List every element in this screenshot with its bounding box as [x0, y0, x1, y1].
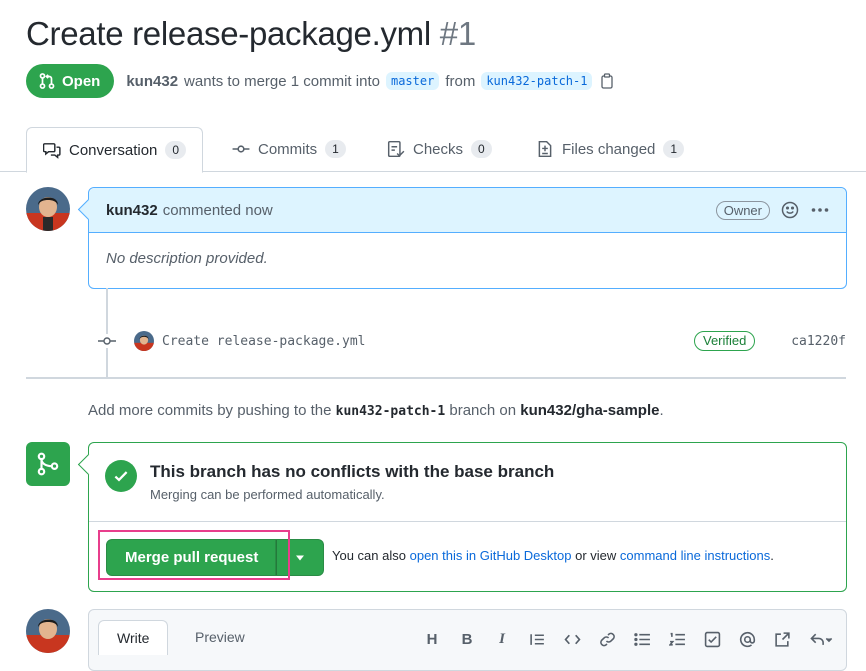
- base-branch-tag[interactable]: master: [385, 72, 440, 90]
- pr-title: Create release-package.yml: [26, 15, 431, 52]
- merge-actions-section: Merge pull request You can also open thi…: [89, 522, 846, 590]
- file-diff-icon: [538, 140, 552, 158]
- commit-message-link[interactable]: Create release-package.yml: [162, 334, 366, 349]
- tab-write[interactable]: Write: [98, 620, 169, 655]
- tab-commits-count: 1: [325, 140, 346, 158]
- tab-checks[interactable]: Checks 0: [387, 127, 492, 171]
- merge-alternative-note: You can also open this in GitHub Desktop…: [332, 548, 774, 563]
- task-list-icon[interactable]: [701, 628, 723, 650]
- git-commit-icon: [232, 145, 250, 153]
- pr-tabs: Conversation 0 Commits 1 Checks 0 Files …: [0, 127, 866, 173]
- avatar[interactable]: [26, 609, 70, 653]
- check-circle-icon: [105, 460, 137, 492]
- verified-badge[interactable]: Verified: [694, 331, 756, 351]
- ordered-list-icon[interactable]: [666, 628, 688, 650]
- markdown-toolbar: H B I: [421, 628, 836, 650]
- comment-author-link[interactable]: kun432: [106, 202, 158, 219]
- tab-conversation[interactable]: Conversation 0: [26, 127, 204, 173]
- tab-commits-label: Commits: [258, 140, 318, 158]
- push-hint-repo: kun432/gha-sample: [520, 402, 660, 419]
- pr-author-link[interactable]: kun432: [126, 73, 178, 90]
- merge-note-middle: or view: [575, 548, 617, 563]
- quote-icon[interactable]: [526, 628, 548, 650]
- merge-status-subtitle: Merging can be performed automatically.: [150, 487, 385, 502]
- git-commit-icon: [98, 334, 116, 348]
- copy-icon[interactable]: [600, 73, 614, 89]
- italic-icon[interactable]: I: [491, 628, 513, 650]
- tab-conversation-label: Conversation: [69, 141, 158, 159]
- smiley-icon[interactable]: [780, 200, 800, 220]
- triangle-down-icon: [296, 555, 305, 560]
- command-line-instructions-link[interactable]: command line instructions: [620, 548, 770, 563]
- comment-box: kun432 commented now Owner No descriptio…: [88, 187, 847, 289]
- merge-note-suffix: .: [770, 548, 774, 563]
- push-hint: Add more commits by pushing to the kun43…: [88, 402, 664, 419]
- comment-actions: Owner: [715, 188, 830, 232]
- user-avatar-icon: [26, 187, 70, 231]
- merge-box: This branch has no conflicts with the ba…: [88, 442, 847, 592]
- push-hint-suffix: .: [659, 402, 664, 419]
- highlight-annotation-box: [98, 530, 290, 580]
- tab-files-changed[interactable]: Files changed 1: [536, 127, 685, 171]
- reference-icon[interactable]: [771, 628, 793, 650]
- mention-icon[interactable]: [736, 628, 758, 650]
- user-avatar-icon: [26, 609, 70, 653]
- open-in-desktop-link[interactable]: open this in GitHub Desktop: [410, 548, 572, 563]
- tab-checks-label: Checks: [413, 140, 464, 158]
- timeline-divider: [26, 377, 846, 379]
- unordered-list-icon[interactable]: [631, 628, 653, 650]
- reply-icon[interactable]: [806, 628, 836, 650]
- bold-icon[interactable]: B: [456, 628, 478, 650]
- avatar[interactable]: [26, 187, 70, 231]
- merge-status-icon-box: [26, 442, 70, 486]
- user-avatar-icon: [134, 331, 154, 351]
- pr-state-label: Open: [62, 72, 101, 90]
- pr-merge-text: wants to merge 1 commit into: [184, 72, 380, 90]
- tab-conversation-count: 0: [165, 141, 187, 159]
- heading-icon[interactable]: H: [421, 628, 443, 650]
- merge-note-prefix: You can also: [332, 548, 406, 563]
- comment-body: No description provided.: [106, 250, 268, 267]
- comment-discussion-icon: [43, 143, 61, 159]
- push-hint-branch: kun432-patch-1: [335, 404, 446, 419]
- git-pull-request-icon: [39, 73, 55, 89]
- comment-composer: Write Preview H B I: [88, 609, 847, 671]
- pr-state-badge: Open: [26, 64, 115, 98]
- tab-checks-count: 0: [471, 140, 492, 158]
- pr-title-row: Create release-package.yml #1: [26, 12, 476, 56]
- owner-badge: Owner: [715, 200, 770, 220]
- tab-preview[interactable]: Preview: [177, 620, 263, 654]
- tab-commits[interactable]: Commits 1: [232, 127, 346, 171]
- link-icon[interactable]: [596, 628, 618, 650]
- git-merge-icon: [37, 452, 59, 476]
- checklist-icon: [387, 140, 405, 158]
- pr-merge-description: kun432 wants to merge 1 commit into mast…: [126, 72, 614, 90]
- commit-author-avatar[interactable]: [134, 331, 154, 351]
- merge-status-title: This branch has no conflicts with the ba…: [150, 462, 555, 481]
- head-branch-tag[interactable]: kun432-patch-1: [481, 72, 593, 90]
- comment-header: kun432 commented now Owner: [89, 188, 846, 233]
- pr-state-row: Open kun432 wants to merge 1 commit into…: [26, 64, 614, 98]
- push-hint-middle: branch on: [449, 402, 517, 419]
- merge-status-section: This branch has no conflicts with the ba…: [89, 443, 846, 522]
- code-icon[interactable]: [561, 628, 583, 650]
- pr-number: #1: [439, 15, 476, 52]
- commit-row: Create release-package.yml Verified ca12…: [98, 330, 846, 352]
- pr-from-text: from: [445, 72, 476, 90]
- kebab-horizontal-icon[interactable]: [810, 200, 830, 220]
- push-hint-prefix: Add more commits by pushing to the: [88, 402, 332, 419]
- comment-timestamp[interactable]: commented now: [163, 202, 273, 219]
- tab-files-changed-label: Files changed: [562, 140, 656, 158]
- commit-sha-link[interactable]: ca1220f: [791, 334, 846, 349]
- tab-files-changed-count: 1: [663, 140, 685, 158]
